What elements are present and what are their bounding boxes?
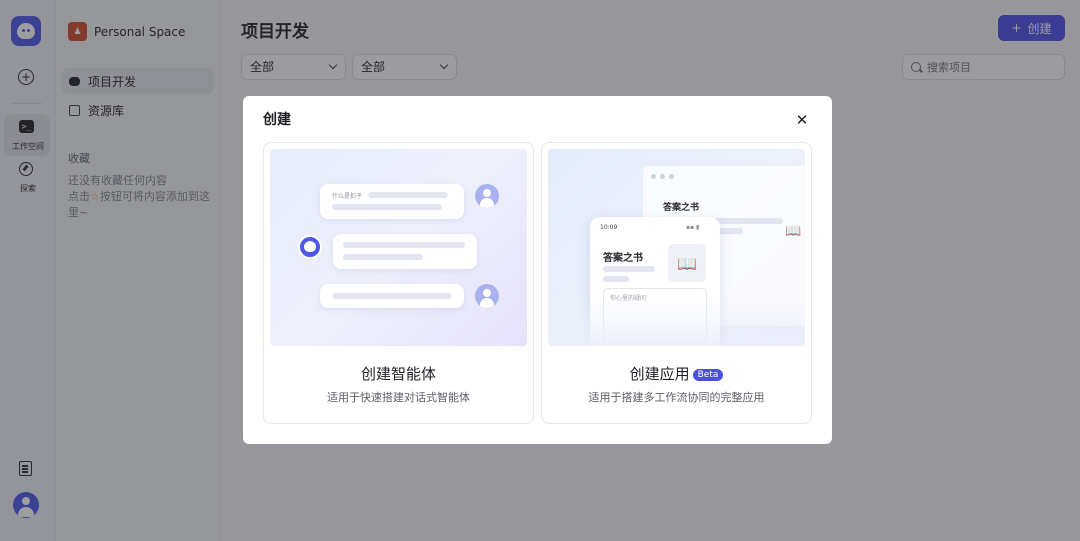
chat-bubble xyxy=(320,284,464,308)
modal-title: 创建 xyxy=(263,112,291,128)
user-avatar-icon xyxy=(475,184,499,208)
create-app-card[interactable]: 答案之书 📖 10:09 ▪▪ ▮ 答案之书 📖 你心里的疑问 创建应用Beta… xyxy=(541,142,812,424)
book-icon: 📖 xyxy=(668,244,706,282)
app-illustration: 答案之书 📖 10:09 ▪▪ ▮ 答案之书 📖 你心里的疑问 xyxy=(548,149,805,346)
chat-bubble: 什么是扣子 xyxy=(320,184,464,219)
chat-bubble-text: 什么是扣子 xyxy=(332,193,363,200)
card-title: 创建应用 Beta xyxy=(542,363,811,384)
user-avatar-icon xyxy=(475,284,499,308)
create-agent-card[interactable]: 什么是扣子 创建智能体 适用于快速搭建对话式智能体 xyxy=(263,142,534,424)
agent-illustration: 什么是扣子 xyxy=(270,149,527,346)
card-title-text: 创建应用 xyxy=(629,365,690,383)
status-icons: ▪▪ ▮ xyxy=(686,224,700,231)
bot-avatar-icon xyxy=(298,235,322,259)
create-modal: 创建 ✕ 什么是扣子 创建智能体 适用于快速搭建对话式智能体 答案之书 📖 10… xyxy=(243,96,832,444)
card-description: 适用于搭建多工作流协同的完整应用 xyxy=(588,391,765,404)
beta-badge: Beta xyxy=(692,369,724,381)
phone-title: 答案之书 xyxy=(603,253,643,264)
card-title: 创建智能体 xyxy=(360,365,436,383)
close-icon[interactable]: ✕ xyxy=(792,110,812,130)
card-description: 适用于快速搭建对话式智能体 xyxy=(327,391,470,404)
window-title: 答案之书 xyxy=(663,203,700,213)
chat-bubble xyxy=(333,234,477,269)
phone-time: 10:09 xyxy=(600,224,618,231)
book-icon: 📖 xyxy=(785,224,802,239)
